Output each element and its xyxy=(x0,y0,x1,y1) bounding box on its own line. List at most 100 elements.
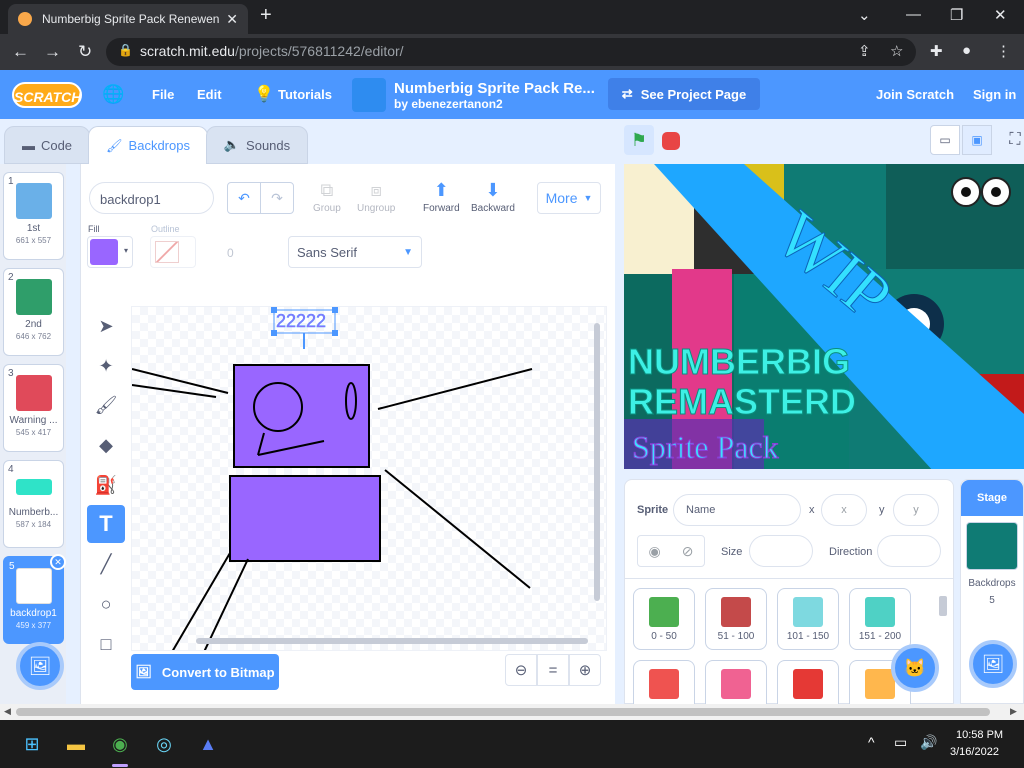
browser-tab[interactable]: Numberbig Sprite Pack Renewen ✕ xyxy=(8,4,248,34)
edit-menu[interactable]: Edit xyxy=(197,87,222,102)
tab-code[interactable]: ▬ Code xyxy=(4,126,90,164)
scroll-left-icon[interactable]: ◀ xyxy=(4,706,11,717)
bookmark-star-icon[interactable]: ☆ xyxy=(890,42,903,60)
line-tool[interactable]: ╱ xyxy=(87,545,125,583)
undo-button[interactable]: ↶ xyxy=(227,182,261,214)
language-globe-icon[interactable]: 🌐 xyxy=(102,84,124,105)
add-backdrop-button[interactable]: 🖼 xyxy=(16,642,64,690)
zoom-in-button[interactable]: ⊕ xyxy=(569,654,601,686)
stop-icon[interactable] xyxy=(662,132,680,150)
url-input[interactable]: 🔒 scratch.mit.edu/projects/576811242/edi… xyxy=(106,38,916,66)
fill-color-picker[interactable]: ▾ xyxy=(87,236,133,268)
sprite-tile[interactable] xyxy=(633,660,695,705)
reshape-tool[interactable]: ✦ xyxy=(87,347,125,385)
app-icon[interactable]: ▲ xyxy=(194,730,222,758)
restore-icon[interactable]: ❐ xyxy=(950,6,963,24)
project-title[interactable]: Numberbig Sprite Pack Re... xyxy=(394,80,595,97)
sprite-list-scrollbar[interactable] xyxy=(939,596,947,616)
extensions-icon[interactable]: ✚ xyxy=(930,42,943,60)
text-tool[interactable]: T xyxy=(87,505,125,543)
outline-width-input[interactable]: 0 xyxy=(227,246,234,260)
clock-date[interactable]: 3/16/2022 xyxy=(950,746,999,758)
new-tab-icon[interactable]: + xyxy=(260,4,272,27)
rectangle-tool[interactable]: □ xyxy=(87,625,125,663)
sprite-name-input[interactable]: Name xyxy=(673,494,801,526)
circle-tool[interactable]: ○ xyxy=(87,585,125,623)
forward-icon[interactable]: → xyxy=(44,42,61,62)
eraser-tool[interactable]: ◆ xyxy=(87,426,125,464)
stage-canvas[interactable]: WIP NUMBERBIG REMASTERD Sprite Pack xyxy=(624,164,1024,469)
select-tool[interactable]: ➤ xyxy=(87,307,125,345)
page-horizontal-scrollbar[interactable]: ◀ ▶ xyxy=(0,704,1024,720)
see-project-page-button[interactable]: ⇄ See Project Page xyxy=(608,78,760,110)
network-icon[interactable]: ▭ xyxy=(894,734,907,751)
zoom-out-button[interactable]: ⊖ xyxy=(505,654,537,686)
costume-name-input[interactable]: backdrop1 xyxy=(89,182,214,214)
eye-off-icon[interactable]: ⊘ xyxy=(682,543,694,560)
drawn-line[interactable] xyxy=(377,368,533,410)
fullscreen-icon[interactable]: ⛶ xyxy=(1000,125,1024,155)
zoom-reset-button[interactable]: = xyxy=(537,654,569,686)
canvas-horizontal-scrollbar[interactable] xyxy=(196,638,588,644)
scroll-right-icon[interactable]: ▶ xyxy=(1010,706,1017,717)
choose-sprite-button[interactable]: 🐱 xyxy=(891,644,939,692)
share-icon[interactable]: ⇪ xyxy=(858,42,871,60)
visibility-toggle[interactable]: ◉ ⊘ xyxy=(637,535,705,567)
app-icon[interactable]: ◎ xyxy=(150,730,178,758)
close-tab-icon[interactable]: ✕ xyxy=(226,11,238,28)
delete-backdrop-icon[interactable]: ✕ xyxy=(50,554,66,570)
profile-icon[interactable]: ● xyxy=(962,42,971,59)
choose-backdrop-button[interactable]: 🖼 xyxy=(969,640,1017,688)
green-flag-icon[interactable]: ⚑ xyxy=(624,125,654,155)
size-input[interactable] xyxy=(749,535,813,567)
selection-handle[interactable] xyxy=(332,330,338,336)
sprite-tile[interactable]: 101 - 150 xyxy=(777,588,839,650)
backward-button[interactable]: ⬇ Backward xyxy=(471,180,515,214)
chrome-icon[interactable]: ◉ xyxy=(106,730,134,758)
sprite-tile[interactable] xyxy=(705,660,767,705)
small-stage-icon[interactable]: ▭ xyxy=(930,125,960,155)
back-icon[interactable]: ← xyxy=(12,42,29,62)
drawn-line[interactable] xyxy=(384,469,531,589)
paint-canvas[interactable]: 22222 xyxy=(131,306,607,651)
convert-to-bitmap-button[interactable]: 🖼 Convert to Bitmap xyxy=(131,654,279,690)
canvas-text[interactable]: 22222 xyxy=(276,311,327,332)
backdrop-item[interactable]: 1 1st 661 x 557 xyxy=(3,172,64,260)
backdrop-item-selected[interactable]: 5 ✕ backdrop1 459 x 377 xyxy=(3,554,66,644)
minimize-icon[interactable]: — xyxy=(906,6,921,23)
close-window-icon[interactable]: ✕ xyxy=(994,6,1007,24)
eye-icon[interactable]: ◉ xyxy=(649,543,661,560)
forward-button[interactable]: ⬆ Forward xyxy=(423,180,460,214)
font-select[interactable]: Sans Serif ▼ xyxy=(288,236,422,268)
drawn-line[interactable] xyxy=(172,552,231,651)
file-menu[interactable]: File xyxy=(152,87,174,102)
scrollbar-thumb[interactable] xyxy=(16,708,990,716)
browser-menu-icon[interactable]: ⋮ xyxy=(996,42,1011,60)
outline-color-picker[interactable] xyxy=(150,236,196,268)
sprite-tile[interactable]: 151 - 200 xyxy=(849,588,911,650)
selection-handle[interactable] xyxy=(332,307,338,313)
backdrop-item[interactable]: 4 Numberb... 587 x 184 xyxy=(3,460,64,548)
direction-input[interactable] xyxy=(877,535,941,567)
sprite-tile[interactable]: 0 - 50 xyxy=(633,588,695,650)
tutorials-menu[interactable]: Tutorials xyxy=(278,87,332,102)
file-explorer-icon[interactable]: ▬ xyxy=(62,730,90,758)
drawn-body-rect[interactable] xyxy=(229,475,381,562)
windows-start-icon[interactable]: ⊞ xyxy=(18,730,46,758)
drawn-line[interactable] xyxy=(132,368,229,394)
reload-icon[interactable]: ↻ xyxy=(78,42,92,62)
redo-button[interactable]: ↷ xyxy=(260,182,294,214)
more-button[interactable]: More ▼ xyxy=(537,182,601,214)
volume-icon[interactable]: 🔊 xyxy=(920,734,937,751)
sprite-tile[interactable] xyxy=(777,660,839,705)
system-tray-chevron-icon[interactable]: ^ xyxy=(868,734,875,750)
backdrop-item[interactable]: 3 Warning ... 545 x 417 xyxy=(3,364,64,452)
ungroup-button[interactable]: ⧈ Ungroup xyxy=(357,180,395,214)
tab-sounds[interactable]: 🔈 Sounds xyxy=(206,126,308,164)
tab-backdrops[interactable]: 🖌 Backdrops xyxy=(88,126,208,164)
y-input[interactable]: y xyxy=(893,494,939,526)
clock-time[interactable]: 10:58 PM xyxy=(956,729,1003,741)
x-input[interactable]: x xyxy=(821,494,867,526)
fill-tool[interactable]: ⛽ xyxy=(87,466,125,504)
normal-stage-icon[interactable]: ▣ xyxy=(962,125,992,155)
